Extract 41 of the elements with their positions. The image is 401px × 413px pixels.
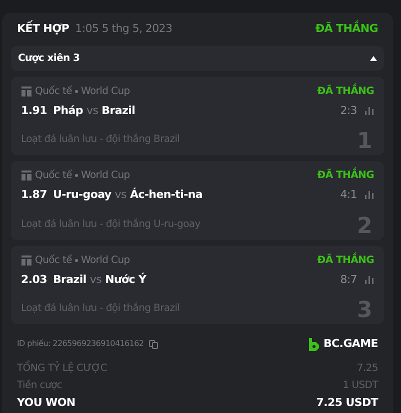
- score: 2:3: [340, 102, 357, 118]
- odds: 1.87: [21, 187, 47, 203]
- odds: 1.91: [21, 102, 47, 118]
- bet-status: ĐÃ THẮNG: [315, 21, 378, 37]
- tournament-name: World Cup: [80, 254, 130, 268]
- leg-status: ĐÃ THẮNG: [317, 168, 374, 183]
- odds: 2.03: [21, 272, 47, 288]
- breadcrumb-separator-icon: [74, 90, 78, 92]
- summary-value: 1 USDT: [342, 378, 378, 392]
- leg-status: ĐÃ THẮNG: [317, 252, 374, 268]
- summary-value: 7.25 USDT: [316, 394, 378, 410]
- league-logo-icon: [21, 170, 32, 181]
- leg-status: ĐÃ THẮNG: [317, 84, 374, 98]
- breadcrumb-separator-icon: [74, 174, 78, 177]
- brand-logo-icon: [309, 338, 320, 351]
- league-logo-icon: [21, 254, 32, 266]
- tournament-name: World Cup: [80, 84, 130, 98]
- stats-icon[interactable]: [365, 276, 374, 284]
- tournament-name: World Cup: [80, 169, 130, 183]
- breadcrumb-separator-icon: [74, 258, 78, 262]
- bet-time: 1:05 5 thg 5, 2023: [75, 21, 172, 37]
- brand-name: BC.GAME: [323, 336, 378, 352]
- score: 4:1: [340, 187, 357, 203]
- league-logo-icon: [21, 86, 32, 96]
- match-title: Pháp vs Brazil: [52, 102, 136, 118]
- summary-label: TỔNG TỶ LỆ CƯỢC: [17, 360, 108, 376]
- summary-label: YOU WON: [17, 394, 76, 410]
- ticket-id: ID phiếu: 2265969236910416162: [17, 338, 144, 350]
- copy-icon[interactable]: [148, 340, 158, 349]
- league-name: Quốc tế: [35, 168, 72, 183]
- bet-type: KẾT HỢP: [17, 21, 70, 37]
- score: 8:7: [340, 272, 357, 288]
- stats-icon[interactable]: [365, 106, 374, 115]
- stats-icon[interactable]: [365, 191, 374, 200]
- match-title: U-ru-goay vs Ác-hen-ti-na: [52, 187, 203, 203]
- league-name: Quốc tế: [35, 254, 72, 268]
- summary-label: Tiền cược: [17, 378, 62, 392]
- summary-value: 7.25: [356, 362, 378, 376]
- match-title: Brazil vs Nước Ý: [52, 272, 146, 288]
- league-name: Quốc tế: [35, 84, 72, 98]
- parlay-toggle[interactable]: Cược xiên 3: [11, 46, 384, 70]
